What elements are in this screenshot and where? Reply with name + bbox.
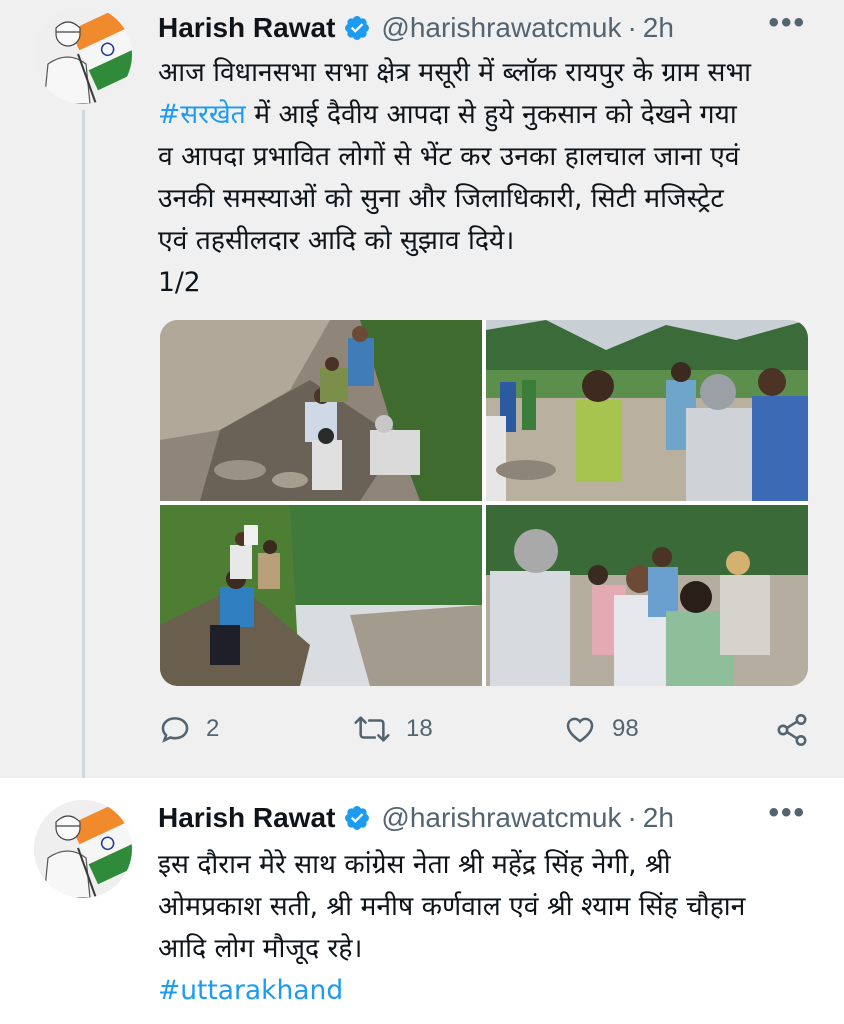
like-icon [566,717,594,743]
tweet-2[interactable]: Harish Rawat @harishrawatcmuk · 2h ••• इ… [0,778,844,1024]
tweet-1[interactable]: Harish Rawat @harishrawatcmuk · 2h ••• आ… [0,0,844,796]
tweet-text-line: इस दौरान मेरे साथ कांग्रेस नेता श्री महे… [158,849,671,880]
tweet-text-line: व आपदा प्रभावित लोगों से भेंट कर उनका हा… [158,141,740,172]
photo-3[interactable] [160,505,482,686]
share-button[interactable] [774,712,824,748]
verified-badge-icon [343,804,371,832]
author-name[interactable]: Harish Rawat [158,12,335,44]
like-button[interactable]: 98 [562,712,639,746]
retweet-icon [354,716,390,742]
author-handle[interactable]: @harishrawatcmuk [381,802,621,834]
author-name[interactable]: Harish Rawat [158,802,335,834]
tweet-text: आज विधानसभा सभा क्षेत्र मसूरी में ब्लॉक … [158,52,826,304]
like-count: 98 [612,715,639,742]
tweet-text-line: आज विधानसभा सभा क्षेत्र मसूरी में ब्लॉक … [158,57,751,88]
retweet-button[interactable]: 18 [352,712,433,746]
tweet-header: Harish Rawat @harishrawatcmuk · 2h [158,8,818,48]
separator-dot: · [627,802,637,833]
tweet-text-line: एवं तहसीलदार आदि को सुझाव दिये। [158,225,515,256]
photo-1[interactable] [160,320,482,501]
separator-dot: · [627,12,637,43]
tweet-text-line: #uttarakhand [158,970,826,1012]
tweet-header: Harish Rawat @harishrawatcmuk · 2h [158,798,818,838]
photo-4[interactable] [486,505,808,686]
reply-icon [161,717,189,743]
avatar[interactable] [34,800,132,898]
tweet-timestamp[interactable]: 2h [643,12,674,44]
more-horizontal-icon[interactable]: ••• [768,6,806,40]
thread-counter: 1/2 [158,267,201,298]
tweet-text-line: #सरखेत में आई दैवीय आपदा से हुये नुकसान … [158,99,737,130]
tweet-text-line: आदि लोग मौजूद रहे। [158,933,363,964]
tweet-text: इस दौरान मेरे साथ कांग्रेस नेता श्री महे… [158,844,826,1012]
verified-badge-icon [343,14,371,42]
tweet-timestamp[interactable]: 2h [643,802,674,834]
media-grid [160,320,808,686]
reply-button[interactable]: 2 [158,712,219,746]
share-icon [777,714,807,746]
avatar[interactable] [34,6,132,104]
hashtag-link[interactable]: #सरखेत [158,99,246,130]
tweet-text-line: उनकी समस्याओं को सुना और जिलाधिकारी, सिट… [158,183,724,214]
tweet-text-line: ओमप्रकाश सती, श्री मनीष कर्णवाल एवं श्री… [158,891,746,922]
hashtag-link[interactable]: #uttarakhand [158,975,343,1006]
tweet-actions: 2 18 98 [158,712,818,756]
reply-count: 2 [206,715,220,742]
photo-2[interactable] [486,320,808,501]
retweet-count: 18 [406,715,433,742]
thread-connector-line [82,110,85,796]
author-handle[interactable]: @harishrawatcmuk [381,12,621,44]
more-horizontal-icon[interactable]: ••• [768,796,806,830]
